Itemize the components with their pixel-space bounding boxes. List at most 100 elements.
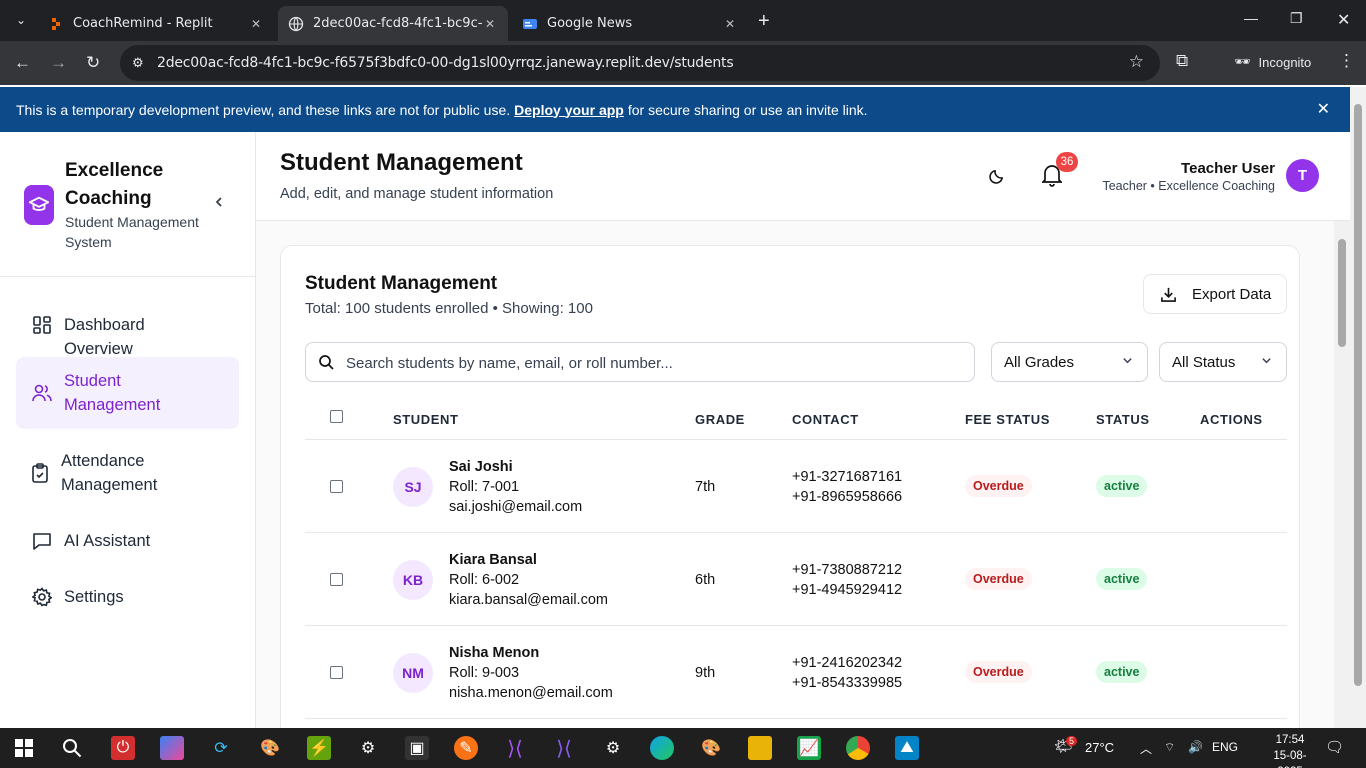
status-badge: active bbox=[1096, 568, 1148, 590]
system-clock[interactable]: 17:54 15-08-2025 bbox=[1262, 732, 1318, 768]
language-indicator[interactable]: ENG bbox=[1212, 740, 1238, 754]
tab-title: CoachRemind - Replit bbox=[73, 16, 213, 31]
status-filter-select[interactable]: All Status bbox=[1159, 342, 1287, 382]
student-grade: 9th bbox=[695, 665, 716, 681]
drawing-app-icon[interactable]: ✎ bbox=[454, 736, 478, 760]
status-badge: active bbox=[1096, 475, 1148, 497]
minimize-icon[interactable]: — bbox=[1244, 10, 1258, 26]
user-role: Teacher • Excellence Coaching bbox=[1102, 179, 1275, 193]
sidebar-item-label: Settings bbox=[64, 588, 124, 606]
card-title: Student Management bbox=[305, 273, 498, 294]
notification-center-icon[interactable]: 🗨 bbox=[1325, 738, 1344, 756]
windows-start-icon[interactable] bbox=[12, 736, 36, 760]
reload-icon[interactable]: ↻ bbox=[86, 53, 100, 73]
close-window-icon[interactable]: ✕ bbox=[1337, 10, 1350, 30]
collapse-sidebar-icon[interactable] bbox=[213, 195, 225, 211]
row-checkbox[interactable] bbox=[330, 666, 343, 679]
tab-search-button[interactable]: ⌄ bbox=[8, 8, 34, 32]
weather-badge: 5 bbox=[1066, 736, 1078, 746]
search-box[interactable] bbox=[305, 342, 975, 382]
sidebar-item-dashboard[interactable]: Dashboard Overview bbox=[16, 313, 239, 358]
temperature[interactable]: 27°C bbox=[1085, 740, 1114, 755]
search-icon[interactable] bbox=[60, 736, 84, 760]
select-all-checkbox[interactable] bbox=[330, 410, 343, 423]
browser-tab-coachremind[interactable]: CoachRemind - Replit ✕ bbox=[38, 6, 274, 41]
user-avatar[interactable]: T bbox=[1286, 159, 1319, 192]
main-content: Student Management Total: 100 students e… bbox=[256, 221, 1334, 728]
student-roll: Roll: 9-003 bbox=[449, 665, 520, 681]
students-card: Student Management Total: 100 students e… bbox=[280, 245, 1300, 728]
copilot-icon[interactable] bbox=[160, 736, 184, 760]
chevron-up-icon[interactable]: ︿ bbox=[1140, 740, 1152, 757]
user-name: Teacher User bbox=[1181, 160, 1275, 177]
sidebar-item-label: Attendance Management bbox=[61, 452, 158, 494]
extensions-icon[interactable]: ⧉ bbox=[1176, 51, 1188, 71]
volume-icon[interactable]: 🔊 bbox=[1188, 740, 1203, 754]
network-icon[interactable]: ⌔ bbox=[1164, 740, 1175, 755]
search-input[interactable] bbox=[346, 351, 946, 375]
row-checkbox[interactable] bbox=[330, 480, 343, 493]
deploy-app-link[interactable]: Deploy your app bbox=[514, 102, 624, 118]
palette-app-icon[interactable]: 🎨 bbox=[699, 736, 723, 760]
app-icon-red[interactable]: ⏻ bbox=[111, 736, 135, 760]
address-bar[interactable]: ⚙ 2dec00ac-fcd8-4fc1-bc9c-f6575f3bdfc0-0… bbox=[120, 45, 1160, 81]
visual-studio-icon[interactable]: ⟩⟨ bbox=[503, 736, 527, 760]
globe-favicon-icon bbox=[288, 16, 304, 32]
page-header: Student Management Add, edit, and manage… bbox=[256, 132, 1350, 221]
sidebar-item-label: AI Assistant bbox=[64, 532, 151, 550]
browser-menu-icon[interactable]: ⋮ bbox=[1338, 51, 1355, 71]
site-info-icon[interactable]: ⚙ bbox=[132, 55, 144, 71]
close-tab-icon[interactable]: ✕ bbox=[482, 17, 498, 31]
incognito-indicator[interactable]: 🕶 Incognito bbox=[1234, 54, 1311, 70]
student-avatar: SJ bbox=[393, 467, 433, 507]
page-title: Student Management bbox=[280, 149, 523, 176]
table-row: SJ Sai Joshi Roll: 7-001 sai.joshi@email… bbox=[305, 440, 1287, 533]
column-header-actions: ACTIONS bbox=[1200, 412, 1263, 427]
browser-tab-google-news[interactable]: Google News ✕ bbox=[512, 6, 748, 41]
student-phone-secondary: +91-8965958666 bbox=[792, 489, 903, 505]
bookmark-star-icon[interactable]: ☆ bbox=[1129, 52, 1144, 72]
sidebar-item-settings[interactable]: Settings bbox=[16, 585, 239, 609]
tab-title: Google News bbox=[547, 16, 633, 31]
student-roll: Roll: 6-002 bbox=[449, 572, 520, 588]
export-data-button[interactable]: Export Data bbox=[1143, 274, 1287, 314]
content-scrollbar[interactable] bbox=[1334, 221, 1350, 728]
sync-app-icon[interactable]: ⟳ bbox=[209, 736, 233, 760]
visual-studio-alt-icon[interactable]: ⟩⟨ bbox=[552, 736, 576, 760]
terminal-app-icon[interactable]: ▣ bbox=[405, 736, 429, 760]
stock-app-icon[interactable]: 📈 bbox=[797, 736, 821, 760]
new-tab-icon[interactable]: + bbox=[758, 10, 770, 33]
restore-icon[interactable]: ❐ bbox=[1290, 10, 1303, 27]
export-label: Export Data bbox=[1192, 285, 1272, 303]
page-scrollbar[interactable] bbox=[1350, 87, 1366, 728]
photos-app-icon[interactable]: ⛰ bbox=[895, 736, 919, 760]
sidebar-item-students[interactable]: Student Management bbox=[16, 357, 239, 429]
chrome-icon[interactable] bbox=[846, 736, 870, 760]
gear-app-icon[interactable]: ⚙ bbox=[601, 736, 625, 760]
chart-app-icon[interactable]: ⚡ bbox=[307, 736, 331, 760]
student-grade: 7th bbox=[695, 479, 716, 495]
status-filter-value: All Status bbox=[1172, 353, 1236, 371]
browser-tab-preview[interactable]: 2dec00ac-fcd8-4fc1-bc9c-f6575 ✕ bbox=[278, 6, 508, 41]
grade-filter-select[interactable]: All Grades bbox=[991, 342, 1148, 382]
back-icon[interactable]: ← bbox=[14, 53, 31, 73]
file-explorer-icon[interactable] bbox=[748, 736, 772, 760]
student-name: Kiara Bansal bbox=[449, 552, 537, 568]
close-banner-icon[interactable]: ✕ bbox=[1317, 99, 1330, 119]
close-tab-icon[interactable]: ✕ bbox=[722, 17, 738, 31]
theme-toggle-moon-icon[interactable] bbox=[989, 167, 1006, 189]
student-roll: Roll: 7-001 bbox=[449, 479, 520, 495]
student-phone-primary: +91-7380887212 bbox=[792, 562, 903, 578]
table-header: STUDENT GRADE CONTACT FEE STATUS STATUS … bbox=[305, 398, 1287, 440]
column-header-grade: GRADE bbox=[695, 412, 745, 427]
settings-app-icon[interactable]: ⚙ bbox=[356, 736, 380, 760]
brand-block: Excellence Coaching Student Management S… bbox=[0, 132, 255, 277]
sidebar-item-attendance[interactable]: Attendance Management bbox=[16, 449, 239, 497]
row-checkbox[interactable] bbox=[330, 573, 343, 586]
close-tab-icon[interactable]: ✕ bbox=[248, 17, 264, 31]
sidebar-item-ai-assistant[interactable]: AI Assistant bbox=[16, 529, 239, 553]
column-header-student: STUDENT bbox=[393, 412, 459, 427]
paint-app-icon[interactable]: 🎨 bbox=[258, 736, 282, 760]
forward-icon[interactable]: → bbox=[50, 53, 67, 73]
edge-browser-icon[interactable] bbox=[650, 736, 674, 760]
